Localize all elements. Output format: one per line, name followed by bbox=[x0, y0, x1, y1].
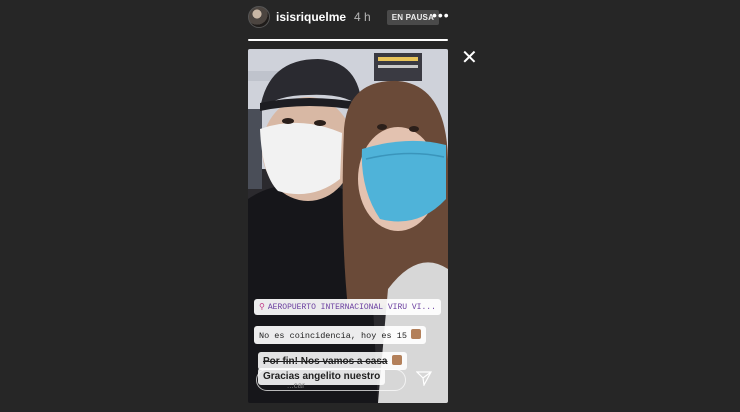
caption-sticker: No es coincidencia, hoy es 15 bbox=[254, 326, 426, 344]
more-options-icon[interactable]: ••• bbox=[432, 8, 450, 22]
story-progress-bar bbox=[248, 39, 448, 41]
emoji-icon bbox=[410, 329, 421, 339]
username[interactable]: isisriquelme bbox=[276, 10, 346, 24]
location-sticker-text: AEROPUERTO INTERNACIONAL VIRU VI... bbox=[267, 303, 436, 312]
location-pin-icon: ⚲ bbox=[259, 303, 265, 312]
caption-text-2: Por fin! Nos vamos a casa bbox=[263, 356, 388, 367]
user-avatar[interactable] bbox=[248, 6, 270, 28]
story-photo bbox=[248, 49, 448, 403]
close-icon[interactable]: ✕ bbox=[461, 48, 478, 68]
story-media[interactable]: ⚲ AEROPUERTO INTERNACIONAL VIRU VI... No … bbox=[248, 49, 448, 403]
post-time: 4 h bbox=[354, 10, 371, 24]
send-icon[interactable] bbox=[416, 370, 432, 386]
story-header: isisriquelme 4 h EN PAUSA bbox=[248, 4, 452, 30]
location-sticker[interactable]: ⚲ AEROPUERTO INTERNACIONAL VIRU VI... bbox=[254, 299, 441, 315]
story-progress-fill bbox=[248, 39, 448, 41]
caption-text-1: No es coincidencia, hoy es 15 bbox=[259, 331, 407, 341]
house-emoji-icon bbox=[391, 355, 402, 365]
reply-input[interactable] bbox=[256, 369, 406, 391]
